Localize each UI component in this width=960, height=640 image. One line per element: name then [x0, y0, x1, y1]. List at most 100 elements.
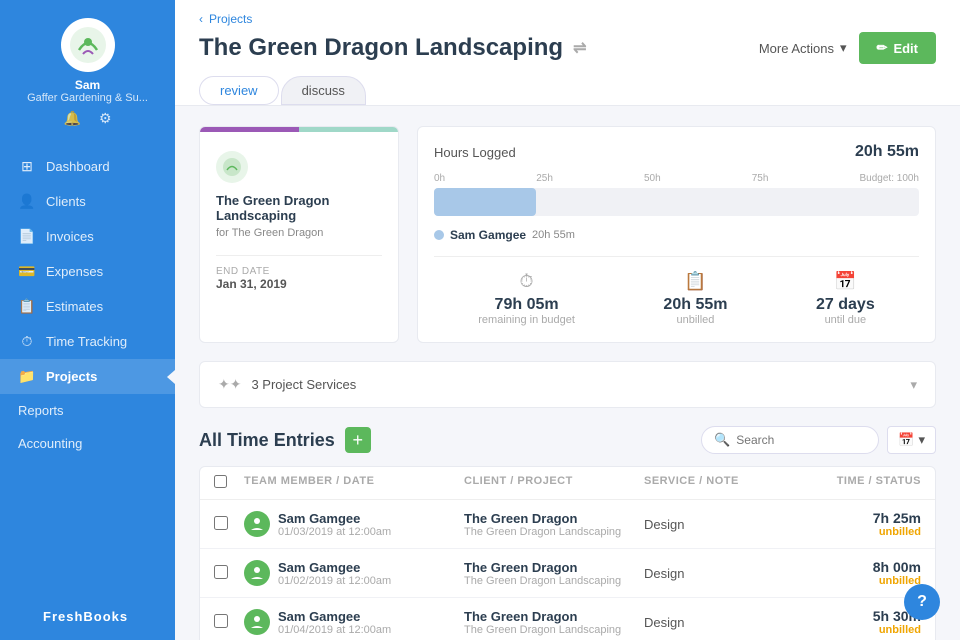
entries-title: All Time Entries — [199, 430, 335, 451]
tab-review[interactable]: review — [199, 76, 279, 105]
bar-labels: 0h 25h 50h 75h Budget: 100h — [434, 173, 919, 184]
stat-due-value: 27 days — [816, 296, 875, 314]
project-card: The Green Dragon Landscaping for The Gre… — [199, 126, 399, 343]
card-tab-purple — [200, 127, 299, 132]
project-services-row[interactable]: ✦✦ 3 Project Services ▾ — [199, 361, 936, 408]
top-section: The Green Dragon Landscaping for The Gre… — [199, 126, 936, 343]
bell-icon[interactable]: 🔔 — [64, 110, 81, 127]
calendar-dropdown-icon: ▾ — [918, 432, 925, 448]
breadcrumb: ‹ Projects — [199, 12, 936, 26]
add-time-entry-button[interactable]: + — [345, 427, 371, 453]
sidebar-item-dashboard[interactable]: ⊞ Dashboard — [0, 149, 175, 184]
edit-button[interactable]: ✏ Edit — [859, 32, 936, 64]
app-logo — [61, 18, 115, 72]
gear-icon[interactable]: ⚙ — [99, 110, 112, 127]
main-content: ‹ Projects The Green Dragon Landscaping … — [175, 0, 960, 640]
sidebar-item-label: Clients — [46, 194, 86, 209]
sidebar-item-time-tracking[interactable]: ⏱ Time Tracking — [0, 324, 175, 359]
status-badge: unbilled — [804, 575, 921, 587]
help-button[interactable]: ? — [904, 584, 940, 620]
search-input[interactable] — [736, 433, 866, 447]
project-avatar — [216, 151, 248, 183]
page-title: The Green Dragon Landscaping ⇌ — [199, 34, 586, 62]
service-note: Design — [644, 517, 804, 532]
row-checkbox[interactable] — [214, 614, 228, 628]
th-check — [214, 475, 244, 491]
stat-unbilled-value: 20h 55m — [663, 296, 727, 314]
service-note: Design — [644, 566, 804, 581]
sidebar-item-label: Projects — [46, 369, 97, 384]
hours-legend: Sam Gamgee 20h 55m — [434, 228, 919, 242]
content-area: The Green Dragon Landscaping for The Gre… — [175, 106, 960, 640]
member-name: Sam Gamgee — [278, 560, 391, 575]
estimates-icon: 📋 — [18, 298, 36, 315]
th-service: Service / Note — [644, 475, 804, 491]
legend-name: Sam Gamgee — [450, 228, 526, 242]
calendar-icon: 📅 — [898, 432, 914, 448]
client-name: The Green Dragon — [464, 609, 644, 624]
select-all-checkbox[interactable] — [214, 475, 227, 488]
row-checkbox[interactable] — [214, 516, 228, 530]
member-name: Sam Gamgee — [278, 609, 391, 624]
card-tab-teal — [299, 127, 398, 132]
row-checkbox-cell — [214, 516, 244, 533]
table-row: Sam Gamgee 01/03/2019 at 12:00am The Gre… — [200, 500, 935, 549]
client-project: The Green Dragon Landscaping — [464, 526, 644, 538]
stat-unbilled-label: unbilled — [663, 314, 727, 326]
header-actions: More Actions ▾ ✏ Edit — [759, 32, 936, 64]
stat-due-label: until due — [816, 314, 875, 326]
sidebar-item-estimates[interactable]: 📋 Estimates — [0, 289, 175, 324]
project-end-date-label: END DATE — [216, 266, 382, 277]
calendar-filter-button[interactable]: 📅 ▾ — [887, 426, 936, 454]
stats-row: ⏱ 79h 05m remaining in budget 📋 20h 55m … — [434, 256, 919, 326]
status-badge: unbilled — [804, 624, 921, 636]
more-actions-button[interactable]: More Actions ▾ — [759, 40, 847, 56]
search-input-wrap: 🔍 — [701, 426, 879, 454]
hours-header: Hours Logged 20h 55m — [434, 143, 919, 161]
sidebar-item-invoices[interactable]: 📄 Invoices — [0, 219, 175, 254]
project-client: for The Green Dragon — [216, 227, 382, 239]
project-end-date: Jan 31, 2019 — [216, 277, 382, 291]
sidebar-item-accounting[interactable]: Accounting — [0, 427, 175, 460]
stat-remaining-value: 79h 05m — [478, 296, 575, 314]
breadcrumb-arrow-icon: ‹ — [199, 12, 203, 26]
calendar-icon: 📅 — [816, 271, 875, 292]
sidebar-username: Sam — [75, 78, 100, 92]
sidebar-item-projects[interactable]: 📁 Projects — [0, 359, 175, 394]
sidebar-item-expenses[interactable]: 💳 Expenses — [0, 254, 175, 289]
member-cell: Sam Gamgee 01/02/2019 at 12:00am — [244, 560, 464, 587]
hours-logged-card: Hours Logged 20h 55m 0h 25h 50h 75h Budg… — [417, 126, 936, 343]
svg-text:FreshBooks: FreshBooks — [43, 609, 128, 624]
timer-icon: ⏱ — [478, 271, 575, 292]
expenses-icon: 💳 — [18, 263, 36, 280]
row-checkbox-cell — [214, 565, 244, 582]
entries-header: All Time Entries + 🔍 📅 ▾ — [199, 426, 936, 454]
tab-discuss[interactable]: discuss — [281, 76, 366, 105]
member-name: Sam Gamgee — [278, 511, 391, 526]
breadcrumb-link[interactable]: Projects — [209, 12, 252, 26]
client-project: The Green Dragon Landscaping — [464, 624, 644, 636]
time-status-cell: 8h 00m unbilled — [804, 559, 921, 587]
stat-unbilled: 📋 20h 55m unbilled — [663, 271, 727, 326]
sliders-icon[interactable]: ⇌ — [573, 38, 586, 58]
service-note: Design — [644, 615, 804, 630]
entries-title-row: All Time Entries + — [199, 427, 371, 453]
clipboard-icon: 📋 — [663, 271, 727, 292]
hours-bar-fill — [434, 188, 536, 216]
sidebar-item-clients[interactable]: 👤 Clients — [0, 184, 175, 219]
search-icon: 🔍 — [714, 432, 730, 448]
member-cell: Sam Gamgee 01/04/2019 at 12:00am — [244, 609, 464, 636]
sidebar-icon-row: 🔔 ⚙ — [64, 110, 112, 127]
sidebar-item-reports[interactable]: Reports — [0, 394, 175, 427]
member-avatar — [244, 560, 270, 586]
stat-due: 📅 27 days until due — [816, 271, 875, 326]
divider — [216, 255, 382, 256]
page-header: ‹ Projects The Green Dragon Landscaping … — [175, 0, 960, 106]
th-member: Team Member / Date — [244, 475, 464, 491]
entries-table: Team Member / Date Client / Project Serv… — [199, 466, 936, 640]
table-row: Sam Gamgee 01/02/2019 at 12:00am The Gre… — [200, 549, 935, 598]
time-value: 8h 00m — [804, 559, 921, 575]
sidebar-item-label: Time Tracking — [46, 334, 127, 349]
legend-time: 20h 55m — [532, 229, 575, 241]
row-checkbox[interactable] — [214, 565, 228, 579]
